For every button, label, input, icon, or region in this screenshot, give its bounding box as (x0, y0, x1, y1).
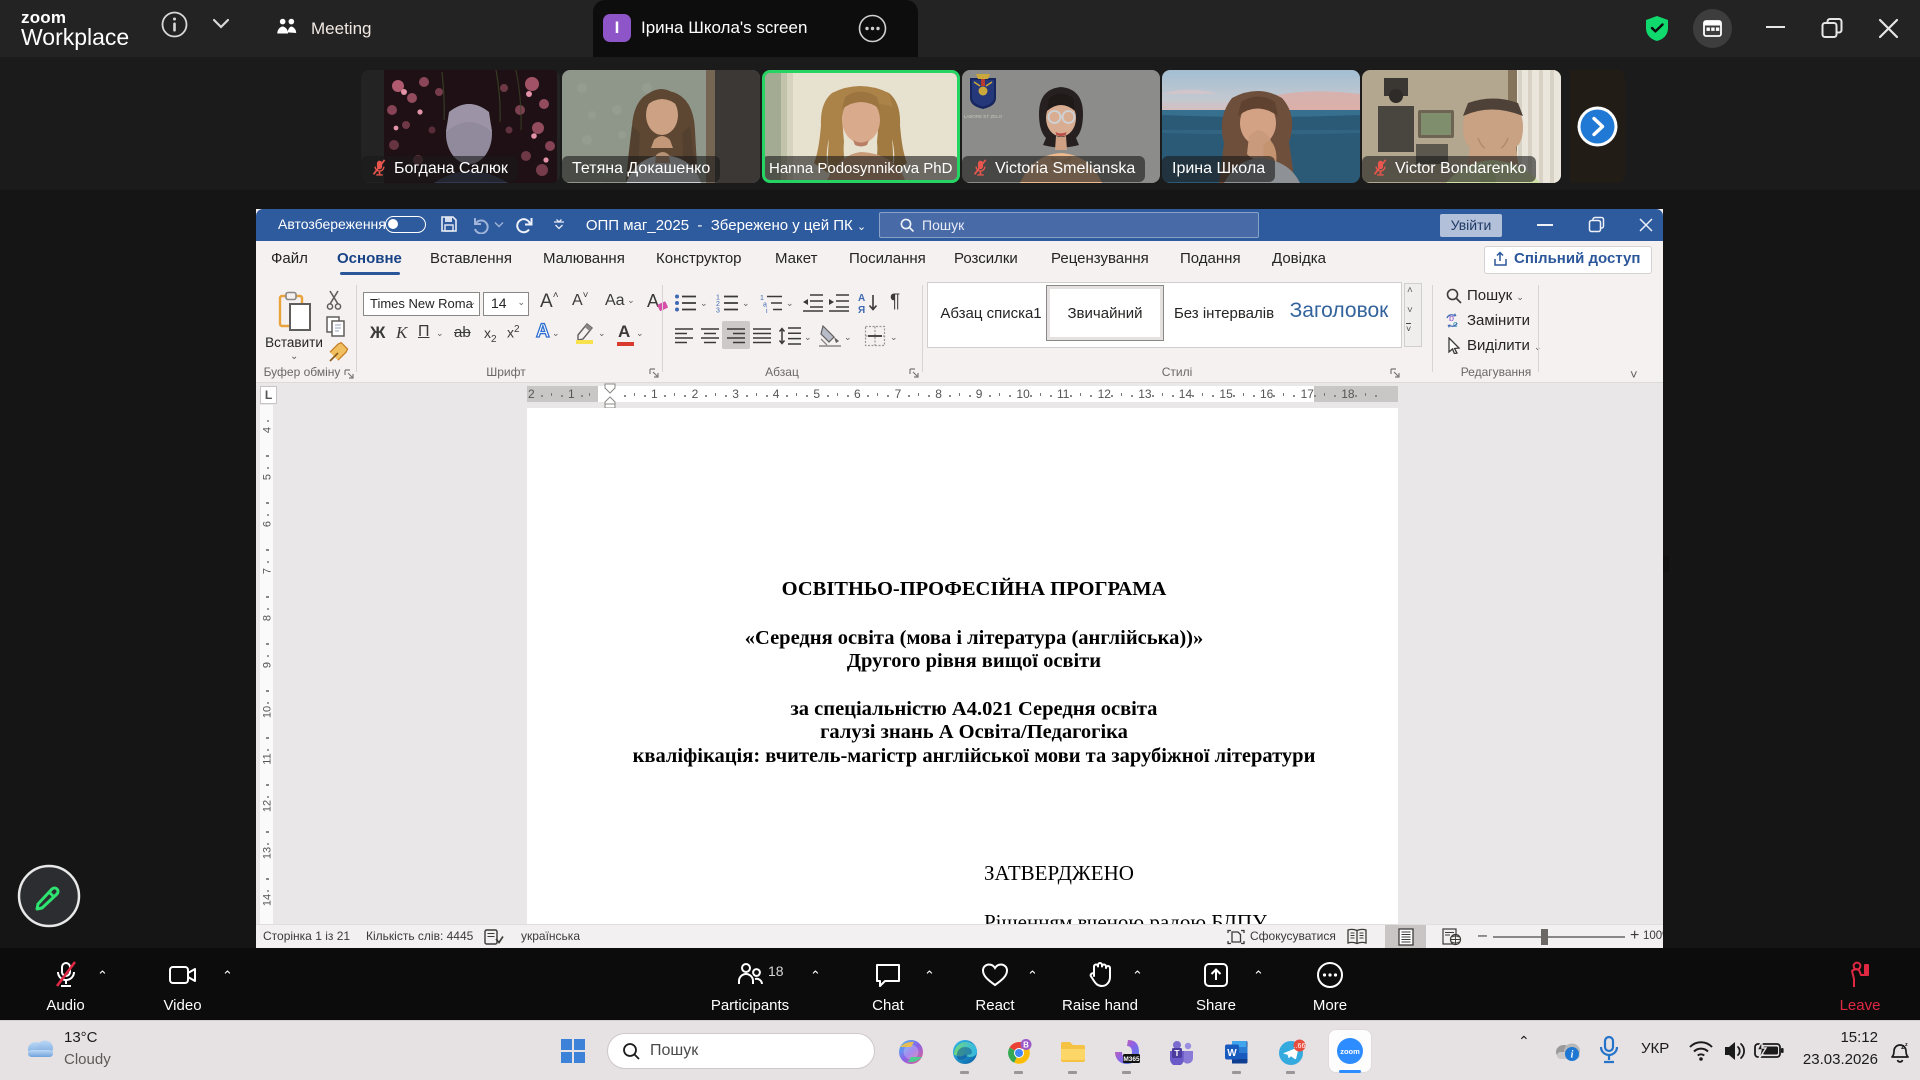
svg-text:i: i (766, 308, 768, 313)
svg-text:..66: ..66 (1294, 1043, 1306, 1050)
svg-text:А: А (858, 293, 865, 304)
svg-text:M365: M365 (1123, 1056, 1140, 1063)
svg-text:T: T (1174, 1048, 1180, 1058)
svg-text:3: 3 (716, 308, 720, 314)
svg-text:B: B (1023, 1041, 1029, 1050)
svg-text:LABORE ET ZELO: LABORE ET ZELO (964, 114, 1003, 119)
svg-text:z: z (1905, 1042, 1908, 1048)
svg-text:zoom: zoom (1340, 1047, 1360, 1056)
svg-text:Я: Я (858, 305, 865, 315)
svg-text:W: W (1227, 1048, 1237, 1059)
svg-text:i: i (1571, 1050, 1574, 1061)
